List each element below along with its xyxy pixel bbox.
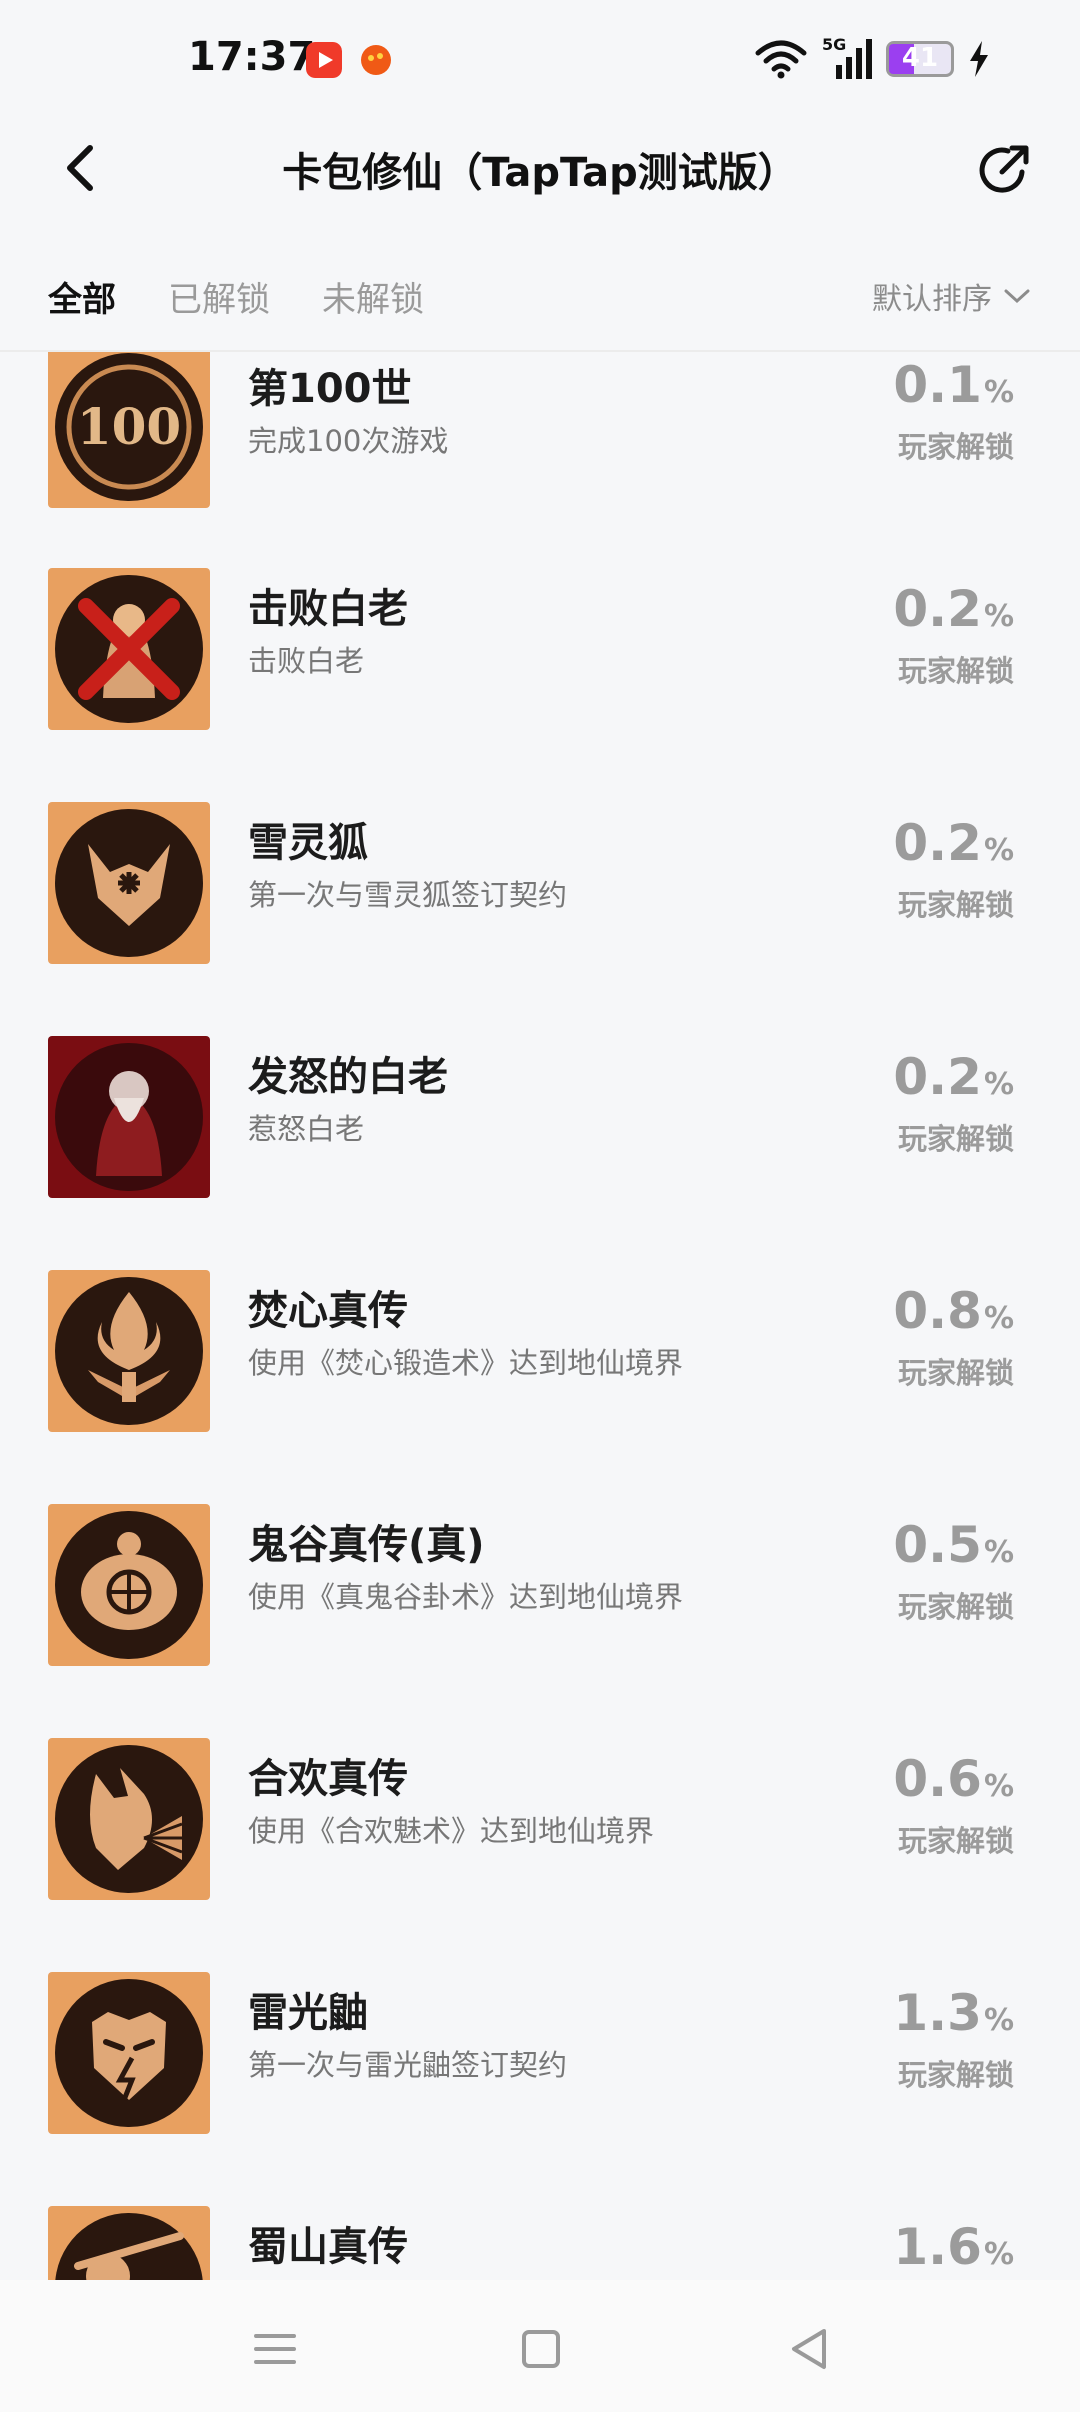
status-bar: 17:37 5G 41 — [0, 0, 1080, 120]
unlock-percent: 0.2% — [893, 814, 1014, 872]
sort-label: 默认排序 — [872, 282, 992, 317]
percent-value: 1.6 — [893, 2218, 982, 2276]
menu-icon[interactable] — [248, 2322, 302, 2376]
sword-badge-icon — [48, 2206, 210, 2280]
list-item[interactable]: 雷光鼬 第一次与雷光鼬签订契约 1.3% 玩家解锁 — [0, 1972, 1080, 2206]
chevron-down-icon — [1004, 289, 1030, 304]
percent-sign: % — [983, 599, 1014, 634]
defeat-elder-badge-icon — [48, 568, 210, 730]
percent-sign: % — [983, 1769, 1014, 1804]
unlock-label: 玩家解锁 — [897, 1590, 1014, 1624]
list-item[interactable]: 鬼谷真传(真) 使用《真鬼谷卦术》达到地仙境界 0.5% 玩家解锁 — [0, 1504, 1080, 1738]
achievement-list: 100 第100世 完成100次游戏 0.1% 玩家解锁 击败白老 击败白老 0… — [0, 352, 1080, 2280]
fox-fan-badge-icon — [48, 1738, 210, 1900]
percent-value: 1.3 — [893, 1984, 982, 2042]
list-item[interactable]: 发怒的白老 惹怒白老 0.2% 玩家解锁 — [0, 1036, 1080, 1270]
share-icon[interactable] — [972, 138, 1036, 202]
list-item[interactable]: 合欢真传 使用《合欢魅术》达到地仙境界 0.6% 玩家解锁 — [0, 1738, 1080, 1972]
unlock-label: 玩家解锁 — [897, 1356, 1014, 1390]
unlock-label: 玩家解锁 — [897, 654, 1014, 688]
filter-tabs: 全部 已解锁 未解锁 默认排序 — [0, 250, 1080, 350]
unlock-percent: 0.5% — [893, 1516, 1014, 1574]
back-chevron-icon[interactable] — [50, 136, 114, 200]
achievement-name: 雷光鼬 — [248, 1990, 368, 2036]
percent-value: 0.2 — [893, 814, 982, 872]
achievement-name: 合欢真传 — [248, 1756, 408, 1802]
achievement-desc: 惹怒白老 — [248, 1112, 365, 1146]
percent-sign: % — [983, 375, 1014, 410]
tab-all[interactable]: 全部 — [48, 272, 116, 321]
achievement-desc: 使用《焚心锻造术》达到地仙境界 — [248, 1346, 684, 1380]
achievement-desc: 击败白老 — [248, 644, 365, 678]
list-item[interactable]: 击败白老 击败白老 0.2% 玩家解锁 — [0, 568, 1080, 802]
cell-signal-icon: 5G — [822, 35, 872, 81]
battery-percent: 41 — [901, 43, 939, 73]
achievement-desc: 第一次与雷光鼬签订契约 — [248, 2048, 568, 2082]
achievement-name: 蜀山真传 — [248, 2224, 408, 2270]
list-item[interactable]: 蜀山真传 1.6% — [0, 2206, 1080, 2280]
percent-value: 0.2 — [893, 1048, 982, 1106]
percent-sign: % — [983, 2237, 1014, 2272]
achievement-desc: 使用《合欢魅术》达到地仙境界 — [248, 1814, 655, 1848]
achievement-name: 发怒的白老 — [248, 1054, 448, 1100]
percent-sign: % — [983, 1535, 1014, 1570]
unlock-percent: 0.2% — [893, 580, 1014, 638]
battery-indicator: 41 — [886, 41, 954, 77]
achievement-desc: 完成100次游戏 — [248, 424, 449, 458]
achievement-desc: 使用《真鬼谷卦术》达到地仙境界 — [248, 1580, 684, 1614]
flame-forge-badge-icon — [48, 1270, 210, 1432]
achievement-name: 雪灵狐 — [248, 820, 368, 866]
100-lives-badge-icon: 100 — [48, 352, 210, 508]
chat-app-icon — [361, 45, 391, 75]
charging-icon — [970, 41, 988, 77]
percent-sign: % — [983, 1067, 1014, 1102]
svg-text:100: 100 — [77, 397, 181, 456]
tortoise-bagua-badge-icon — [48, 1504, 210, 1666]
video-app-icon — [306, 42, 342, 78]
unlock-label: 玩家解锁 — [897, 1824, 1014, 1858]
unlock-label: 玩家解锁 — [897, 888, 1014, 922]
achievement-name: 焚心真传 — [248, 1288, 408, 1334]
unlock-percent: 0.2% — [893, 1048, 1014, 1106]
tab-locked[interactable]: 未解锁 — [322, 272, 424, 321]
unlock-percent: 1.3% — [893, 1984, 1014, 2042]
achievement-name: 击败白老 — [248, 586, 408, 632]
unlock-percent: 1.6% — [893, 2218, 1014, 2276]
percent-value: 0.2 — [893, 580, 982, 638]
percent-value: 0.5 — [893, 1516, 982, 1574]
wifi-icon — [755, 40, 807, 79]
page-title: 卡包修仙（TapTap测试版） — [282, 150, 798, 196]
snow-fox-badge-icon — [48, 802, 210, 964]
angry-elder-badge-icon — [48, 1036, 210, 1198]
unlock-label: 玩家解锁 — [897, 2058, 1014, 2092]
percent-value: 0.8 — [893, 1282, 982, 1340]
unlock-label: 玩家解锁 — [897, 430, 1014, 464]
list-item[interactable]: 雪灵狐 第一次与雪灵狐签订契约 0.2% 玩家解锁 — [0, 802, 1080, 1036]
percent-sign: % — [983, 1301, 1014, 1336]
unlock-percent: 0.8% — [893, 1282, 1014, 1340]
percent-value: 0.1 — [893, 356, 982, 414]
home-square-icon[interactable] — [514, 2322, 568, 2376]
percent-value: 0.6 — [893, 1750, 982, 1808]
percent-sign: % — [983, 2003, 1014, 2038]
achievement-desc: 第一次与雪灵狐签订契约 — [248, 878, 568, 912]
tab-unlocked[interactable]: 已解锁 — [168, 272, 270, 321]
back-triangle-icon[interactable] — [782, 2322, 836, 2376]
list-item[interactable]: 100 第100世 完成100次游戏 0.1% 玩家解锁 — [0, 352, 1080, 586]
achievement-name: 鬼谷真传(真) — [248, 1522, 485, 1568]
thunder-weasel-badge-icon — [48, 1972, 210, 2134]
achievement-name: 第100世 — [248, 366, 412, 412]
system-nav-bar — [0, 2280, 1080, 2412]
sort-dropdown[interactable]: 默认排序 — [872, 274, 1030, 318]
unlock-percent: 0.1% — [893, 356, 1014, 414]
unlock-label: 玩家解锁 — [897, 1122, 1014, 1156]
percent-sign: % — [983, 833, 1014, 868]
status-time: 17:37 — [188, 34, 316, 80]
app-header: 卡包修仙（TapTap测试版） — [0, 120, 1080, 220]
unlock-percent: 0.6% — [893, 1750, 1014, 1808]
list-item[interactable]: 焚心真传 使用《焚心锻造术》达到地仙境界 0.8% 玩家解锁 — [0, 1270, 1080, 1504]
